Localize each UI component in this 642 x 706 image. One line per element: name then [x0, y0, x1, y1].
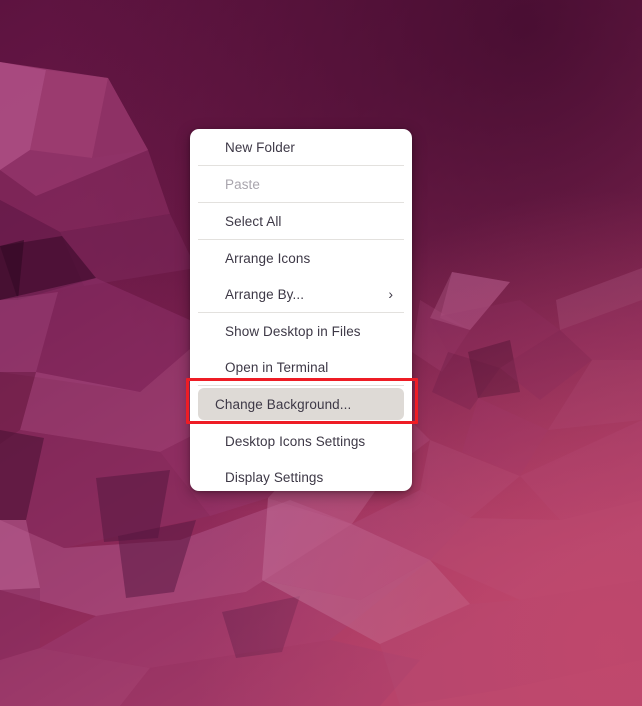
menu-item-select-all[interactable]: Select All — [190, 203, 412, 239]
menu-item-arrange-icons[interactable]: Arrange Icons — [190, 240, 412, 276]
menu-item-label: Arrange By... — [225, 286, 305, 302]
menu-item-arrange-by[interactable]: Arrange By... › — [190, 276, 412, 312]
menu-item-change-background[interactable]: Change Background... — [190, 386, 412, 422]
menu-item-label: Show Desktop in Files — [225, 323, 361, 339]
desktop[interactable]: New Folder Paste Select All Arrange Icon… — [0, 0, 642, 706]
chevron-right-icon: › — [388, 286, 393, 302]
menu-item-label: Change Background... — [215, 396, 352, 412]
menu-item-label: New Folder — [225, 139, 296, 155]
menu-item-label: Select All — [225, 213, 282, 229]
menu-item-open-in-terminal[interactable]: Open in Terminal — [190, 349, 412, 385]
menu-item-label: Display Settings — [225, 469, 324, 485]
menu-item-label: Open in Terminal — [225, 359, 329, 375]
menu-item-new-folder[interactable]: New Folder — [190, 129, 412, 165]
menu-item-display-settings[interactable]: Display Settings — [190, 459, 412, 491]
desktop-context-menu[interactable]: New Folder Paste Select All Arrange Icon… — [190, 129, 412, 491]
menu-item-label: Arrange Icons — [225, 250, 311, 266]
menu-item-paste: Paste — [190, 166, 412, 202]
menu-item-label: Paste — [225, 176, 261, 192]
menu-item-desktop-icons-settings[interactable]: Desktop Icons Settings — [190, 423, 412, 459]
menu-item-show-desktop-in-files[interactable]: Show Desktop in Files — [190, 313, 412, 349]
menu-item-label: Desktop Icons Settings — [225, 433, 366, 449]
